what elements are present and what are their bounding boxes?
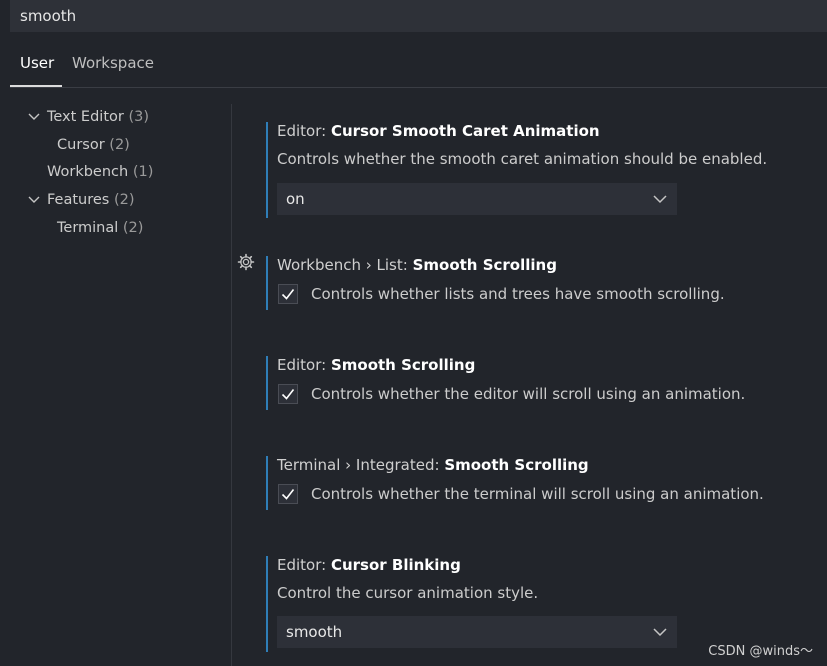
setting-terminal-integrated-smooth-scrolling: Terminal › Integrated: Smooth Scrolling … xyxy=(266,456,806,510)
tab-workspace-label: Workspace xyxy=(72,54,154,72)
toc-label: Cursor xyxy=(57,137,105,153)
check-icon xyxy=(281,289,295,300)
setting-checkbox[interactable] xyxy=(278,384,298,404)
toc-item-workbench[interactable]: Workbench (1) xyxy=(47,164,153,180)
toc-item-cursor[interactable]: Cursor (2) xyxy=(57,137,130,153)
setting-description: Control the cursor animation style. xyxy=(277,584,539,602)
select-value: smooth xyxy=(286,623,343,641)
toc-count: (3) xyxy=(128,109,150,125)
setting-category: Editor: xyxy=(277,356,331,374)
search-input[interactable]: smooth xyxy=(10,0,827,32)
setting-name: Cursor Blinking xyxy=(330,556,461,574)
setting-category: Workbench › List: xyxy=(277,256,413,274)
setting-modified-indicator xyxy=(266,122,268,218)
toc-label: Text Editor xyxy=(47,109,124,125)
setting-title: Editor: Cursor Smooth Caret Animation xyxy=(277,122,600,140)
chevron-down-icon xyxy=(653,628,667,637)
setting-description: Controls whether the smooth caret animat… xyxy=(277,150,768,168)
setting-title: Workbench › List: Smooth Scrolling xyxy=(277,256,557,274)
toc-item-features[interactable]: Features (2) xyxy=(47,192,135,208)
setting-title: Terminal › Integrated: Smooth Scrolling xyxy=(277,456,589,474)
setting-modified-indicator xyxy=(266,356,268,410)
chevron-down-icon[interactable] xyxy=(27,193,41,207)
setting-select[interactable]: smooth xyxy=(277,616,677,648)
setting-name: Smooth Scrolling xyxy=(330,356,476,374)
tab-workspace[interactable]: Workspace xyxy=(72,54,154,86)
setting-name: Smooth Scrolling xyxy=(444,456,589,474)
watermark: CSDN @winds～ xyxy=(708,644,813,659)
setting-category: Terminal › Integrated: xyxy=(277,456,445,474)
setting-category: Editor: xyxy=(277,556,331,574)
setting-name: Smooth Scrolling xyxy=(412,256,557,274)
setting-modified-indicator xyxy=(266,556,268,652)
toc-label: Features xyxy=(47,192,110,208)
chevron-down-icon[interactable] xyxy=(27,110,41,124)
setting-cursor-blinking: Editor: Cursor Blinking Control the curs… xyxy=(266,556,806,652)
check-icon xyxy=(281,489,295,500)
tabs-divider xyxy=(10,87,827,88)
toc-item-text-editor[interactable]: Text Editor (3) xyxy=(47,109,149,125)
tab-user[interactable]: User xyxy=(20,54,54,86)
setting-description: Controls whether the terminal will scrol… xyxy=(311,485,764,503)
setting-cursor-smooth-caret-animation: Editor: Cursor Smooth Caret Animation Co… xyxy=(266,122,806,218)
toc-count: (2) xyxy=(109,137,130,153)
select-value: on xyxy=(286,190,305,208)
setting-workbench-list-smooth-scrolling: Workbench › List: Smooth Scrolling Contr… xyxy=(266,256,806,310)
gear-icon[interactable] xyxy=(237,253,255,271)
setting-checkbox[interactable] xyxy=(278,484,298,504)
toc-label: Terminal xyxy=(57,220,119,236)
setting-title: Editor: Smooth Scrolling xyxy=(277,356,475,374)
tab-user-label: User xyxy=(20,54,55,72)
setting-modified-indicator xyxy=(266,456,268,510)
setting-category: Editor: xyxy=(277,122,331,140)
toc-divider xyxy=(231,104,232,666)
setting-editor-smooth-scrolling: Editor: Smooth Scrolling Controls whethe… xyxy=(266,356,806,410)
check-icon xyxy=(281,389,295,400)
chevron-down-icon xyxy=(653,195,667,204)
toc-item-terminal[interactable]: Terminal (2) xyxy=(57,220,143,236)
setting-description: Controls whether lists and trees have sm… xyxy=(311,285,725,303)
setting-description: Controls whether the editor will scroll … xyxy=(311,385,746,403)
setting-modified-indicator xyxy=(266,256,268,310)
setting-title: Editor: Cursor Blinking xyxy=(277,556,461,574)
toc-count: (2) xyxy=(122,220,144,236)
setting-select[interactable]: on xyxy=(277,183,677,215)
setting-name: Cursor Smooth Caret Animation xyxy=(330,122,600,140)
toc-label: Workbench xyxy=(47,164,129,180)
toc-count: (1) xyxy=(132,164,154,180)
toc-count: (2) xyxy=(113,192,135,208)
setting-checkbox[interactable] xyxy=(278,284,298,304)
